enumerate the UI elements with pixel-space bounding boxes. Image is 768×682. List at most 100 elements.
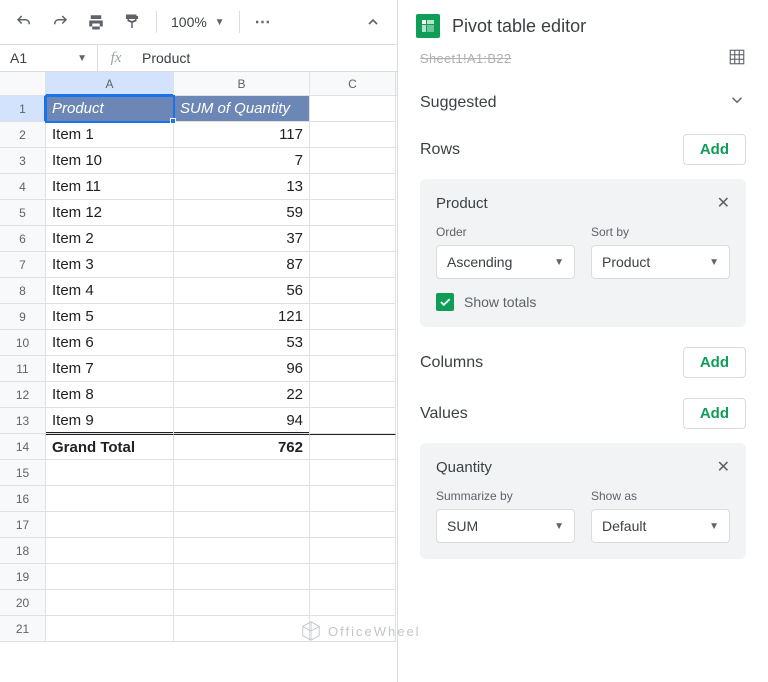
row-header[interactable]: 11 — [0, 356, 46, 382]
cell[interactable] — [310, 382, 396, 408]
col-header-a[interactable]: A — [46, 72, 174, 95]
row-header[interactable]: 20 — [0, 590, 46, 616]
cell[interactable] — [46, 460, 174, 486]
row-header[interactable]: 5 — [0, 200, 46, 226]
cell[interactable]: Item 10 — [46, 148, 174, 174]
collapse-toolbar-button[interactable] — [357, 6, 389, 38]
data-range[interactable]: Sheet1!A1:B22 — [420, 51, 511, 66]
add-values-button[interactable]: Add — [683, 398, 746, 429]
cell[interactable] — [310, 564, 396, 590]
row-header[interactable]: 21 — [0, 616, 46, 642]
row-header[interactable]: 7 — [0, 252, 46, 278]
cell[interactable]: 121 — [174, 304, 310, 330]
select-all-corner[interactable] — [0, 72, 46, 95]
row-header[interactable]: 10 — [0, 330, 46, 356]
cell[interactable]: 56 — [174, 278, 310, 304]
row-header[interactable]: 4 — [0, 174, 46, 200]
sortby-select[interactable]: Product▼ — [591, 245, 730, 279]
select-range-icon[interactable] — [728, 48, 746, 69]
cell[interactable]: 762 — [174, 434, 310, 460]
cell[interactable]: 59 — [174, 200, 310, 226]
cell[interactable] — [46, 486, 174, 512]
cell[interactable] — [310, 200, 396, 226]
cell[interactable] — [174, 564, 310, 590]
close-icon[interactable]: ✕ — [717, 457, 730, 477]
zoom-select[interactable]: 100% ▼ — [165, 8, 231, 36]
summarize-select[interactable]: SUM▼ — [436, 509, 575, 543]
cell[interactable] — [310, 148, 396, 174]
cell[interactable] — [310, 486, 396, 512]
cell[interactable]: Item 11 — [46, 174, 174, 200]
order-select[interactable]: Ascending▼ — [436, 245, 575, 279]
cell[interactable] — [310, 304, 396, 330]
cell[interactable]: Item 4 — [46, 278, 174, 304]
more-button[interactable]: ⋯ — [248, 6, 280, 38]
cell[interactable] — [46, 538, 174, 564]
row-header[interactable]: 13 — [0, 408, 46, 434]
cell[interactable] — [310, 590, 396, 616]
cell[interactable]: 96 — [174, 356, 310, 382]
cell[interactable]: Item 8 — [46, 382, 174, 408]
cell[interactable]: Item 1 — [46, 122, 174, 148]
add-columns-button[interactable]: Add — [683, 347, 746, 378]
cell[interactable] — [174, 590, 310, 616]
row-header[interactable]: 12 — [0, 382, 46, 408]
cell[interactable]: Item 12 — [46, 200, 174, 226]
cell[interactable]: 53 — [174, 330, 310, 356]
cell[interactable] — [310, 226, 396, 252]
cell[interactable] — [46, 590, 174, 616]
row-header[interactable]: 3 — [0, 148, 46, 174]
col-header-c[interactable]: C — [310, 72, 396, 95]
cell[interactable]: 22 — [174, 382, 310, 408]
cell[interactable]: Product — [46, 96, 174, 122]
suggested-section[interactable]: Suggested — [420, 91, 746, 114]
cell[interactable] — [174, 460, 310, 486]
row-header[interactable]: 15 — [0, 460, 46, 486]
cell[interactable] — [174, 538, 310, 564]
cell[interactable]: 7 — [174, 148, 310, 174]
cell[interactable] — [310, 278, 396, 304]
cell[interactable]: SUM of Quantity — [174, 96, 310, 122]
cell[interactable] — [310, 96, 396, 122]
print-button[interactable] — [80, 6, 112, 38]
row-header[interactable]: 18 — [0, 538, 46, 564]
cell[interactable]: Item 2 — [46, 226, 174, 252]
cell[interactable] — [310, 434, 396, 460]
cell[interactable] — [310, 538, 396, 564]
cell[interactable]: 13 — [174, 174, 310, 200]
close-icon[interactable]: ✕ — [717, 193, 730, 213]
cell[interactable] — [174, 512, 310, 538]
cell[interactable] — [310, 330, 396, 356]
paint-format-button[interactable] — [116, 6, 148, 38]
cell[interactable]: 87 — [174, 252, 310, 278]
showas-select[interactable]: Default▼ — [591, 509, 730, 543]
col-header-b[interactable]: B — [174, 72, 310, 95]
cell[interactable]: 94 — [174, 408, 310, 434]
row-header[interactable]: 17 — [0, 512, 46, 538]
cell[interactable] — [310, 460, 396, 486]
cell[interactable] — [46, 616, 174, 642]
cell[interactable] — [310, 252, 396, 278]
cell[interactable]: Item 3 — [46, 252, 174, 278]
cell[interactable] — [310, 174, 396, 200]
formula-input[interactable]: Product — [134, 50, 397, 66]
cell[interactable]: Item 6 — [46, 330, 174, 356]
cell[interactable]: Item 5 — [46, 304, 174, 330]
add-rows-button[interactable]: Add — [683, 134, 746, 165]
cell[interactable] — [46, 512, 174, 538]
cell[interactable]: 37 — [174, 226, 310, 252]
cell[interactable] — [310, 408, 396, 434]
show-totals-checkbox[interactable] — [436, 293, 454, 311]
row-header[interactable]: 1 — [0, 96, 46, 122]
cell[interactable] — [310, 356, 396, 382]
cell[interactable]: Grand Total — [46, 434, 174, 460]
name-box[interactable]: A1▼ — [0, 45, 98, 71]
row-header[interactable]: 2 — [0, 122, 46, 148]
undo-button[interactable] — [8, 6, 40, 38]
cell[interactable] — [310, 512, 396, 538]
cell[interactable] — [310, 122, 396, 148]
cell[interactable] — [174, 616, 310, 642]
row-header[interactable]: 8 — [0, 278, 46, 304]
row-header[interactable]: 16 — [0, 486, 46, 512]
cell[interactable] — [174, 486, 310, 512]
